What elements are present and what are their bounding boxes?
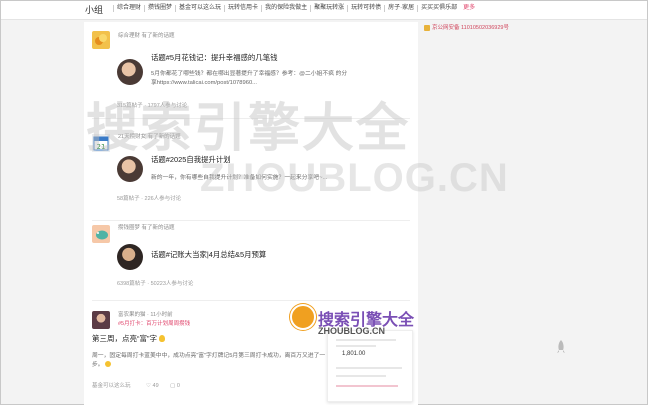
nav-item-zonghelicai[interactable]: 综合理财 <box>113 5 144 12</box>
post-footer: 基金可以这么玩 ♡ 49 ▢ 0 <box>92 381 180 389</box>
nav-item-xinyongka[interactable]: 玩转信用卡 <box>224 5 261 12</box>
feed-item: 综合理财 有了新的话题 话题#5月花钱记：提升幸福感的几笔钱 5月你都花了哪些钱… <box>84 22 418 119</box>
card-line <box>336 367 402 369</box>
avatar[interactable] <box>117 59 143 85</box>
nav-item-juju[interactable]: 聚聚玩转涨 <box>310 5 347 12</box>
topic-stats: 6398篇帖子 · 50223人参与讨论 <box>117 281 194 287</box>
divider <box>92 300 410 301</box>
post-excerpt[interactable]: 周一，固定每周打卡蓝美中中，成功点亮“富”字灯牌记5月第三周打卡成功，离百万又进… <box>92 352 327 370</box>
back-to-top-rocket-icon[interactable] <box>556 340 566 354</box>
post-title-text: 第三周，点亮“富”字 <box>92 334 157 343</box>
brand-title[interactable]: 小组 <box>85 3 103 16</box>
avatar[interactable] <box>117 244 143 270</box>
like-icon[interactable]: ♡ <box>146 383 151 389</box>
topic-excerpt[interactable]: 新的一年，你有哪些自我提升计划？准备如何实施？一起来分享吧~... <box>151 174 351 183</box>
group-action: 有了新的话题 <box>147 134 181 140</box>
lightbulb-icon <box>159 335 166 342</box>
post-time: · 11小时前 <box>147 312 173 318</box>
nav-item-zanqianquanmeng[interactable]: 攒钱圈梦 <box>144 5 175 12</box>
author-name[interactable]: 富农果的猫 <box>118 312 146 318</box>
group-coins-icon[interactable] <box>92 31 110 49</box>
svg-text:21: 21 <box>97 143 106 151</box>
group-name[interactable]: 21天攒财女 <box>118 134 146 140</box>
topic-excerpt[interactable]: 5月你都花了哪些钱？都在哪出显著提升了幸福感？参考：@二小姐不疯 的分享http… <box>151 70 351 88</box>
group-line: 21天攒财女 有了新的话题 <box>118 132 181 140</box>
author-avatar[interactable] <box>92 311 110 329</box>
post-excerpt-text: 周一，固定每周打卡蓝美中中，成功点亮“富”字灯牌记5月第三周打卡成功，离百万又进… <box>92 353 326 368</box>
group-piggybank-icon[interactable] <box>92 225 110 243</box>
topic-title[interactable]: 话题#2025自我提升计划 <box>151 154 231 165</box>
topic-stats: 315篇帖子 · 1797人参与讨论 <box>117 103 188 109</box>
comment-icon[interactable]: ▢ <box>170 383 175 389</box>
topic-stats: 58篇帖子 · 226人参与讨论 <box>117 196 182 202</box>
comment-count: 0 <box>176 383 180 389</box>
nav-more-link[interactable]: 更多 <box>460 5 478 12</box>
license-text[interactable]: 京公网安备 11010502036929号 <box>432 25 509 31</box>
group-line: 攒钱圈梦 有了新的话题 <box>118 223 175 231</box>
nav-item-maimaimai[interactable]: 买买买俱乐部 <box>417 5 460 12</box>
topic-title[interactable]: 话题#5月花钱记：提升幸福感的几笔钱 <box>151 52 277 63</box>
feed-item: 21 21天攒财女 有了新的话题 话题#2025自我提升计划 新的一年，你有哪些… <box>84 126 418 221</box>
group-line: 综合理财 有了新的话题 <box>118 31 175 39</box>
smile-emoji-icon <box>105 361 112 367</box>
like-count: 49 <box>152 383 159 389</box>
group-action: 有了新的话题 <box>141 225 175 231</box>
post-title[interactable]: 第三周，点亮“富”字 <box>92 333 166 344</box>
nav-item-fangzi[interactable]: 房子·家居 <box>384 5 417 12</box>
group-calendar-icon[interactable]: 21 <box>92 134 110 152</box>
card-line <box>336 339 396 341</box>
police-badge-icon <box>424 24 430 31</box>
divider <box>92 118 410 119</box>
group-name[interactable]: 攒钱圈梦 <box>118 225 140 231</box>
topic-title[interactable]: 话题#记账大当家|4月总结&5月预算 <box>151 249 266 260</box>
card-line <box>336 345 376 347</box>
nav-item-baoxian[interactable]: 我的保险我做主 <box>261 5 310 12</box>
post-group-link[interactable]: 基金可以这么玩 <box>92 383 131 389</box>
group-name[interactable]: 综合理财 <box>118 33 140 39</box>
post-tag[interactable]: #5月打卡：百万计划周周攒钱 <box>118 319 190 327</box>
group-action: 有了新的话题 <box>141 33 175 39</box>
nav-item-kezhuanzhai[interactable]: 玩转可转债 <box>347 5 384 12</box>
card-line <box>336 375 386 377</box>
post-image-preview[interactable]: 1,801.00 <box>327 330 413 402</box>
sidebar-license: 京公网安备 11010502036929号 <box>424 23 564 31</box>
avatar[interactable] <box>117 156 143 182</box>
feed-item: 攒钱圈梦 有了新的话题 话题#记账大当家|4月总结&5月预算 6398篇帖子 ·… <box>84 221 418 301</box>
card-line <box>336 385 398 387</box>
top-nav-bar: 小组 综合理财 攒钱圈梦 基金可以这么玩 玩转信用卡 我的保险我做主 聚聚玩转涨 玩转可转债… <box>1 1 647 20</box>
feed-panel: 综合理财 有了新的话题 话题#5月花钱记：提升幸福感的几笔钱 5月你都花了哪些钱… <box>84 22 418 405</box>
nav-menu: 综合理财 攒钱圈梦 基金可以这么玩 玩转信用卡 我的保险我做主 聚聚玩转涨 玩转可转债 房子·… <box>113 5 478 12</box>
card-value: 1,801.00 <box>342 351 366 357</box>
author-line: 富农果的猫 · 11小时前 <box>118 310 173 318</box>
nav-item-jijin[interactable]: 基金可以这么玩 <box>175 5 224 12</box>
